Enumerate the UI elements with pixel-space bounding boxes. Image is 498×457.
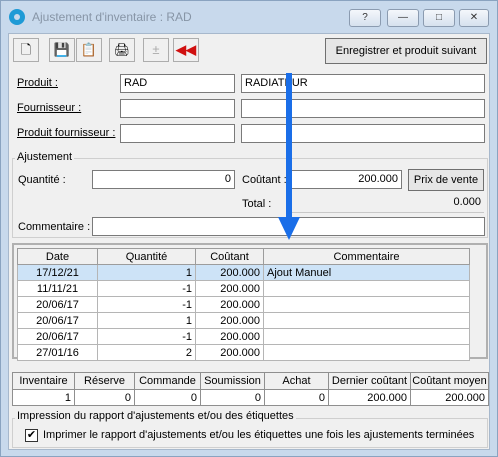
- cell-quantite: -1: [97, 280, 196, 297]
- quantite-label: Quantité :: [18, 174, 66, 186]
- ajustement-group-title: Ajustement: [15, 151, 75, 163]
- cell-date: 20/06/17: [17, 296, 98, 313]
- produit-code-field[interactable]: RAD: [120, 74, 235, 93]
- summary-soumission-value: 0: [200, 389, 265, 406]
- history-header-row: Date Quantité Coûtant Commentaire: [17, 248, 470, 265]
- summary-values-row: 1 0 0 0 0 200.000 200.000: [12, 389, 489, 406]
- summary-header-row: Inventaire Réserve Commande Soumission A…: [12, 372, 489, 390]
- new-document-icon[interactable]: 🗋: [13, 38, 39, 62]
- app-logo-icon: [9, 9, 25, 25]
- cell-coutant: 200.000: [195, 280, 264, 297]
- summary-dernier-coutant-value: 200.000: [328, 389, 411, 406]
- prix-de-vente-button[interactable]: Prix de vente: [408, 169, 484, 191]
- produit-description-field[interactable]: RADIATEUR: [241, 74, 485, 93]
- fournisseur-description-field[interactable]: [241, 99, 485, 118]
- summary-inventaire-value: 1: [12, 389, 75, 406]
- cell-quantite: 1: [97, 264, 196, 281]
- history-grid-frame: Date Quantité Coûtant Commentaire 17/12/…: [12, 243, 488, 361]
- cell-coutant: 200.000: [195, 264, 264, 281]
- inventory-adjustment-window: Ajustement d'inventaire : RAD ? — □ ✕ 🗋 …: [0, 0, 498, 457]
- print-report-checkbox-label[interactable]: Imprimer le rapport d'ajustements et/ou …: [43, 429, 474, 441]
- save-icon[interactable]: 💾: [49, 38, 75, 62]
- summary-header-achat: Achat: [264, 372, 329, 390]
- cell-coutant: 200.000: [195, 344, 264, 361]
- summary-header-dernier-coutant: Dernier coûtant: [328, 372, 411, 390]
- summary-header-reserve: Réserve: [74, 372, 135, 390]
- produit-label: Produit :: [17, 77, 58, 89]
- produit-fournisseur-description-field[interactable]: [241, 124, 485, 143]
- summary-achat-value: 0: [264, 389, 329, 406]
- table-row[interactable]: 20/06/17 -1 200.000: [17, 296, 470, 313]
- cell-date: 27/01/16: [17, 344, 98, 361]
- cell-date: 20/06/17: [17, 312, 98, 329]
- cell-quantite: -1: [97, 328, 196, 345]
- total-label: Total :: [242, 198, 272, 210]
- column-header-commentaire[interactable]: Commentaire: [263, 248, 470, 265]
- cell-coutant: 200.000: [195, 328, 264, 345]
- close-button[interactable]: ✕: [459, 9, 489, 27]
- cell-commentaire: Ajout Manuel: [263, 264, 470, 281]
- save-copy-icon[interactable]: 📋: [76, 38, 102, 62]
- total-value: 0.000: [290, 194, 484, 213]
- summary-header-commande: Commande: [134, 372, 201, 390]
- table-row[interactable]: 17/12/21 1 200.000 Ajout Manuel: [17, 264, 470, 281]
- minimize-button[interactable]: —: [387, 9, 419, 27]
- window-title: Ajustement d'inventaire : RAD: [32, 10, 192, 24]
- column-header-coutant[interactable]: Coûtant: [195, 248, 264, 265]
- history-table: Date Quantité Coûtant Commentaire 17/12/…: [17, 248, 470, 361]
- table-row[interactable]: 20/06/17 -1 200.000: [17, 328, 470, 345]
- produit-fournisseur-code-field[interactable]: [120, 124, 235, 143]
- cell-commentaire: [263, 328, 470, 345]
- coutant-input[interactable]: 200.000: [290, 170, 402, 189]
- quantite-input[interactable]: 0: [92, 170, 235, 189]
- cell-commentaire: [263, 312, 470, 329]
- title-bar: Ajustement d'inventaire : RAD ? — □ ✕: [1, 1, 497, 33]
- summary-header-inventaire: Inventaire: [12, 372, 75, 390]
- table-row[interactable]: 20/06/17 1 200.000: [17, 312, 470, 329]
- table-row[interactable]: 27/01/16 2 200.000: [17, 344, 470, 361]
- produit-fournisseur-label: Produit fournisseur :: [17, 127, 116, 139]
- commentaire-input[interactable]: [92, 217, 485, 236]
- commentaire-label: Commentaire :: [18, 221, 91, 233]
- save-and-next-button[interactable]: Enregistrer et produit suivant: [325, 38, 487, 64]
- cell-quantite: 1: [97, 312, 196, 329]
- coutant-label: Coûtant :: [242, 174, 287, 186]
- cell-date: 20/06/17: [17, 328, 98, 345]
- cell-quantite: 2: [97, 344, 196, 361]
- fournisseur-label: Fournisseur :: [17, 102, 82, 114]
- print-report-checkbox[interactable]: ✔: [25, 429, 38, 442]
- maximize-button[interactable]: □: [423, 9, 455, 27]
- summary-coutant-moyen-value: 200.000: [410, 389, 489, 406]
- print-icon[interactable]: 🖨: [109, 38, 135, 62]
- summary-reserve-value: 0: [74, 389, 135, 406]
- print-group-title: Impression du rapport d'ajustements et/o…: [15, 410, 296, 422]
- rewind-icon[interactable]: ◀◀: [173, 38, 199, 62]
- fournisseur-code-field[interactable]: [120, 99, 235, 118]
- summary-commande-value: 0: [134, 389, 201, 406]
- cell-commentaire: [263, 344, 470, 361]
- plus-minus-icon[interactable]: ±: [143, 38, 169, 62]
- cell-date: 17/12/21: [17, 264, 98, 281]
- cell-quantite: -1: [97, 296, 196, 313]
- table-row[interactable]: 11/11/21 -1 200.000: [17, 280, 470, 297]
- summary-header-soumission: Soumission: [200, 372, 265, 390]
- cell-date: 11/11/21: [17, 280, 98, 297]
- cell-commentaire: [263, 280, 470, 297]
- client-area: 🗋 💾 📋 🖨 ± ◀◀ Enregistrer et produit suiv…: [8, 33, 490, 450]
- cell-coutant: 200.000: [195, 296, 264, 313]
- column-header-quantite[interactable]: Quantité: [97, 248, 196, 265]
- cell-commentaire: [263, 296, 470, 313]
- column-header-date[interactable]: Date: [17, 248, 98, 265]
- summary-header-coutant-moyen: Coûtant moyen: [410, 372, 489, 390]
- summary-table: Inventaire Réserve Commande Soumission A…: [12, 372, 489, 406]
- help-button[interactable]: ?: [349, 9, 381, 27]
- cell-coutant: 200.000: [195, 312, 264, 329]
